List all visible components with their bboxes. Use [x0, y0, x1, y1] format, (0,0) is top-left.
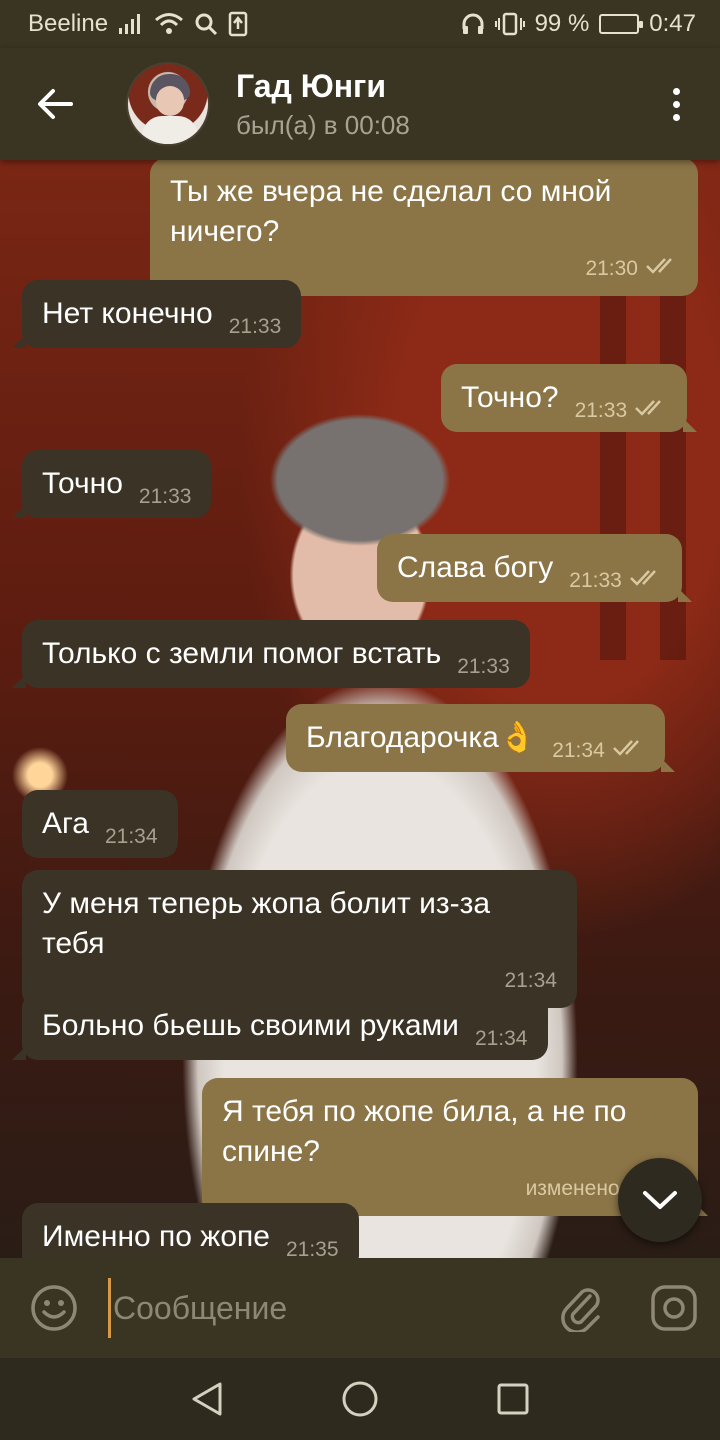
triangle-back-icon	[192, 1382, 222, 1416]
paperclip-icon	[561, 1288, 600, 1332]
message-input[interactable]	[108, 1278, 536, 1338]
read-ticks-icon	[612, 736, 645, 766]
smile-icon	[31, 1285, 77, 1331]
vibrate-icon	[494, 12, 525, 36]
message-text: Точно?	[461, 381, 559, 414]
message-text: Точно	[42, 467, 123, 500]
emoji-button[interactable]	[0, 1258, 108, 1358]
chat-header: Гад Юнги был(а) в 00:08	[0, 48, 720, 160]
message-time: 21:33	[457, 655, 510, 678]
contact-status: был(а) в 00:08	[236, 110, 410, 140]
message-incoming[interactable]: Точно 21:33	[11, 450, 212, 518]
message-outgoing[interactable]: Благодарочка👌 21:34	[286, 704, 675, 772]
nav-home-button[interactable]	[320, 1358, 400, 1440]
message-time: 21:35	[285, 1238, 339, 1258]
message-text: Больно бьешь своими руками	[42, 1009, 459, 1042]
message-incoming[interactable]: Именно по жопе 21:35	[22, 1203, 359, 1258]
square-recents-icon	[497, 1383, 529, 1415]
read-ticks-icon	[629, 566, 662, 596]
signal-icon	[118, 13, 144, 35]
avatar[interactable]	[126, 62, 210, 146]
message-time: 21:33	[138, 485, 192, 508]
message-incoming[interactable]: Только с земли помог встать 21:33	[12, 620, 530, 688]
message-outgoing[interactable]: Слава богу 21:33	[377, 534, 692, 602]
message-text: Благодарочка👌	[306, 721, 537, 754]
message-time: 21:34	[552, 738, 605, 762]
message-time: 21:33	[574, 398, 628, 422]
search-status-icon	[194, 12, 218, 36]
read-ticks-icon	[646, 254, 678, 284]
system-nav-bar	[0, 1358, 720, 1440]
camera-button[interactable]	[628, 1258, 720, 1358]
message-text: Ты же вчера не сделал со мной ничего?	[170, 175, 612, 248]
clock: 0:47	[649, 10, 696, 37]
chevron-down-icon	[643, 1191, 677, 1209]
message-text: Ага	[42, 807, 89, 840]
attach-button[interactable]	[536, 1258, 628, 1358]
contact-info[interactable]: Гад Юнги был(а) в 00:08	[236, 66, 646, 142]
message-time: 21:33	[228, 315, 282, 338]
chat-area[interactable]: Ты же вчера не сделал со мной ничего? 21…	[0, 160, 720, 1258]
message-incoming[interactable]: У меня теперь жопа болит из-за тебя 21:3…	[22, 870, 577, 1008]
message-composer	[0, 1258, 720, 1358]
battery-percent: 99 %	[534, 10, 590, 37]
back-button[interactable]	[0, 48, 110, 160]
message-meta: изменено 21:35	[222, 1174, 678, 1204]
battery-icon	[599, 14, 644, 34]
message-incoming[interactable]: Больно бьешь своими руками 21:34	[12, 992, 548, 1060]
message-meta: 21:33	[569, 566, 662, 596]
carrier-label: Beeline	[28, 10, 109, 37]
message-text: Нет конечно	[42, 297, 213, 330]
upload-status-icon	[228, 11, 248, 37]
message-text: Я тебя по жопе била, а не по спине?	[222, 1095, 627, 1168]
message-outgoing[interactable]: Точно? 21:33	[441, 364, 698, 432]
headphones-icon	[461, 13, 485, 35]
message-time: 21:30	[585, 257, 638, 280]
message-meta: 21:34	[552, 736, 645, 766]
message-time: 21:34	[474, 1027, 528, 1050]
nav-recents-button[interactable]	[473, 1358, 553, 1440]
message-text: У меня теперь жопа болит из-за тебя	[42, 887, 491, 960]
message-time: 21:34	[104, 825, 158, 848]
more-vertical-icon	[672, 87, 680, 121]
message-outgoing[interactable]: Ты же вчера не сделал со мной ничего? 21…	[150, 160, 698, 297]
message-text: Именно по жопе	[42, 1220, 270, 1253]
message-incoming[interactable]: Ага 21:34	[22, 790, 178, 858]
more-menu-button[interactable]	[646, 48, 706, 160]
message-incoming[interactable]: Нет конечно 21:33	[11, 280, 302, 348]
arrow-left-icon	[38, 89, 73, 119]
status-bar: Beeline 99 % 0:47	[0, 0, 720, 48]
message-text: Слава богу	[397, 551, 554, 584]
message-meta: 21:33	[575, 396, 668, 426]
scroll-down-button[interactable]	[618, 1158, 702, 1242]
wifi-icon	[154, 12, 184, 36]
instagram-camera-icon	[651, 1285, 697, 1331]
circle-home-icon	[342, 1381, 378, 1417]
contact-name: Гад Юнги	[236, 68, 387, 104]
nav-back-button[interactable]	[167, 1358, 247, 1440]
message-text: Только с земли помог встать	[42, 637, 442, 670]
read-ticks-icon	[635, 396, 667, 426]
message-time: 21:33	[569, 568, 622, 592]
